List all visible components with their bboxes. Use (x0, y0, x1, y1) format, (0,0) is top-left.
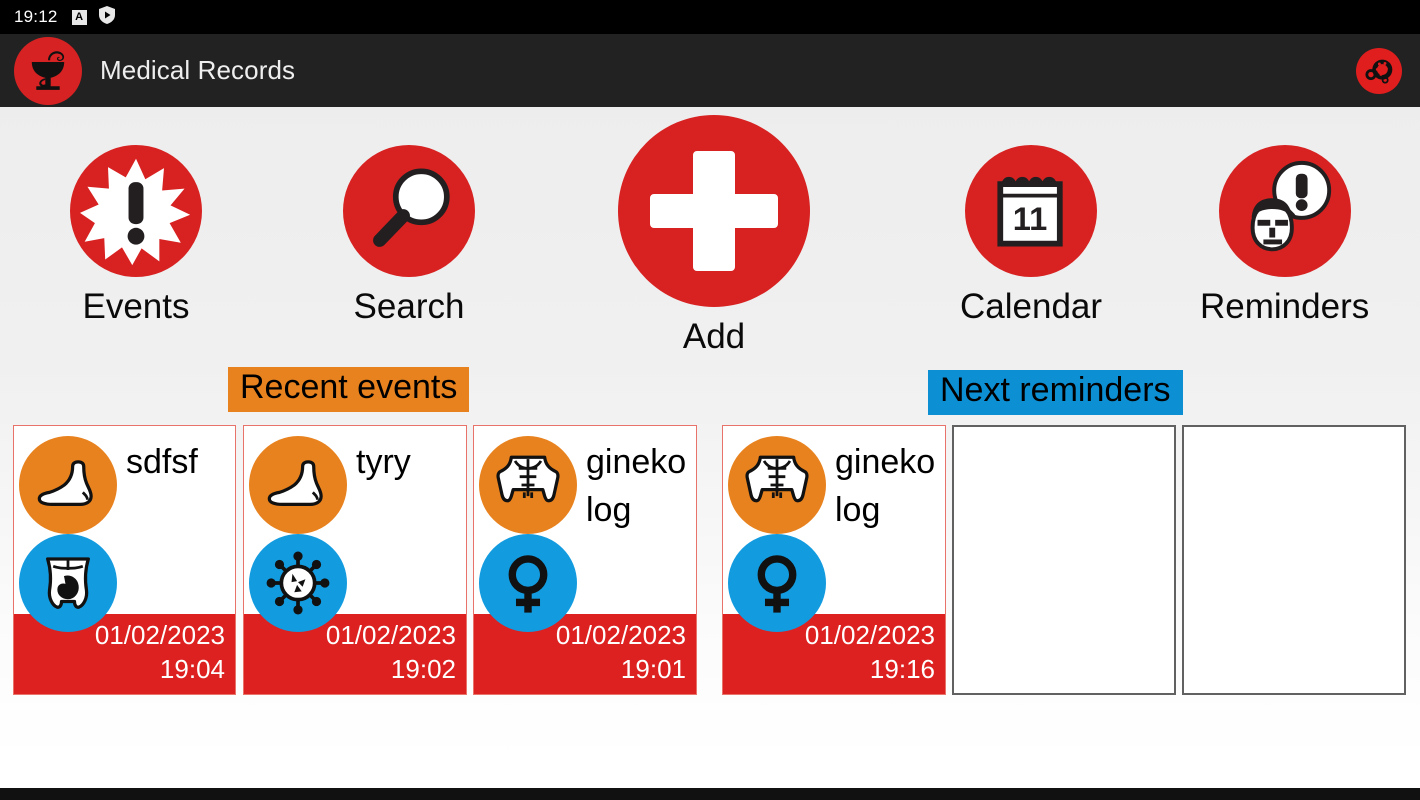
card-time: 19:04 (159, 653, 225, 684)
nav-label-search: Search (353, 287, 465, 326)
recent-event-card[interactable]: ginekolog 01/02/2023 19:01 (473, 425, 697, 695)
system-status-bar: 19:12 A (0, 0, 1420, 34)
gears-settings-icon[interactable] (1356, 47, 1402, 94)
recent-event-card[interactable]: tyry 01/02/2023 19:02 (243, 425, 467, 695)
card-icon-stack (14, 434, 122, 632)
calendar-icon: 11 (965, 145, 1098, 277)
starburst-exclamation-icon (70, 145, 202, 277)
nav-label-add: Add (682, 317, 746, 356)
nav-item-events[interactable]: Events (70, 145, 202, 327)
app-root: 19:12 A Medical Records Events Search Ad… (0, 0, 1420, 800)
foot-icon (249, 436, 347, 534)
head-speech-bubble-exclamation-icon (1218, 145, 1351, 277)
nav-label-events: Events (82, 287, 190, 326)
nav-item-reminders[interactable]: Reminders (1200, 145, 1369, 327)
status-clock: 19:12 (14, 7, 58, 26)
torso-icon (479, 436, 577, 534)
nav-label-calendar: Calendar (960, 287, 1103, 326)
card-body: sdfsf (14, 426, 235, 632)
card-time: 19:01 (620, 653, 686, 684)
card-body: tyry (244, 426, 466, 632)
main-nav-row: Events Search Add 11 Calendar Reminders (0, 107, 1420, 362)
reminder-card-empty[interactable] (1182, 425, 1406, 695)
female-venus-icon (479, 534, 577, 632)
bowl-of-hygieia-icon (14, 36, 82, 105)
magnifier-icon (343, 145, 475, 277)
card-icon-stack (474, 434, 582, 632)
card-time: 19:02 (390, 653, 456, 684)
card-body: ginekolog (723, 426, 945, 632)
card-title: tyry (356, 443, 411, 481)
card-time: 19:16 (869, 653, 935, 684)
app-bar: Medical Records (0, 34, 1420, 107)
nav-item-add[interactable]: Add (618, 115, 810, 357)
card-icon-stack (723, 434, 831, 632)
card-title: ginekolog (586, 443, 687, 529)
nav-item-search[interactable]: Search (343, 145, 475, 327)
letter-a-badge-icon: A (71, 9, 87, 25)
female-venus-icon (728, 534, 826, 632)
virus-icon (249, 534, 347, 632)
card-icon-stack (244, 434, 352, 632)
torso-icon (728, 436, 826, 534)
app-title: Medical Records (100, 55, 296, 85)
status-icon-group: A (71, 5, 115, 29)
section-header-recent-events: Recent events (228, 367, 470, 412)
card-title: sdfsf (126, 443, 198, 481)
nav-item-calendar[interactable]: 11 Calendar (960, 145, 1102, 327)
svg-text:11: 11 (1013, 200, 1048, 237)
section-header-next-reminders: Next reminders (928, 370, 1183, 415)
reminder-card-empty[interactable] (952, 425, 1176, 695)
plus-cross-icon (618, 115, 810, 307)
reminder-card[interactable]: ginekolog 01/02/2023 19:16 (722, 425, 946, 695)
shield-play-icon (98, 5, 115, 29)
nav-label-reminders: Reminders (1200, 287, 1370, 326)
card-title: ginekolog (835, 443, 936, 529)
card-body: ginekolog (474, 426, 696, 632)
recent-event-card[interactable]: sdfsf 01/02/2023 19:04 (13, 425, 236, 695)
foot-icon (19, 436, 117, 534)
abdomen-stomach-icon (19, 534, 117, 632)
system-navigation-bar (0, 788, 1420, 800)
